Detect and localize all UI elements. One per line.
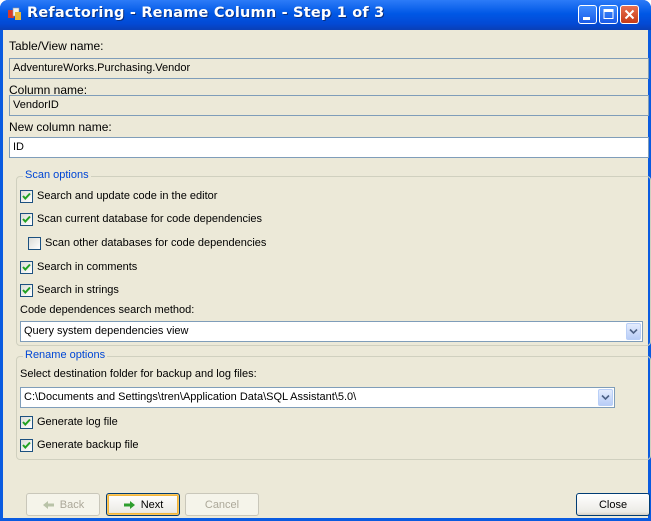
close-button[interactable]: Close — [576, 493, 650, 516]
checkbox-search-update-editor[interactable]: Search and update code in the editor — [20, 188, 217, 204]
chevron-down-icon — [629, 328, 638, 335]
checkbox-search-comments[interactable]: Search in comments — [20, 259, 137, 275]
checkbox-label: Generate backup file — [37, 439, 139, 451]
cancel-label: Cancel — [204, 498, 240, 511]
checkbox-label: Generate log file — [37, 416, 118, 428]
close-icon — [624, 9, 635, 20]
checkbox-scan-other-dbs[interactable]: Scan other databases for code dependenci… — [28, 235, 266, 251]
dropdown-arrow[interactable] — [626, 323, 641, 340]
back-button[interactable]: Back — [26, 493, 100, 516]
destination-folder-value: C:\Documents and Settings\tren\Applicati… — [24, 391, 357, 403]
scan-options-title: Scan options — [23, 169, 91, 181]
title-bar[interactable]: Refactoring - Rename Column - Step 1 of … — [0, 0, 651, 30]
checkbox-label: Search in comments — [37, 261, 138, 273]
search-method-value: Query system dependencies view — [24, 325, 189, 337]
checkmark-icon — [22, 286, 31, 294]
checkbox-generate-backup[interactable]: Generate backup file — [20, 437, 139, 453]
checkmark-icon — [22, 192, 31, 200]
next-label: Next — [140, 498, 164, 511]
dropdown-arrow[interactable] — [598, 389, 613, 406]
table-view-field: AdventureWorks.Purchasing.Vendor — [9, 58, 649, 79]
destination-folder-label: Select destination folder for backup and… — [20, 368, 257, 380]
minimize-icon — [583, 17, 590, 20]
checkbox-box[interactable] — [20, 212, 33, 226]
arrow-left-icon — [42, 500, 54, 509]
arrow-right-icon — [123, 500, 135, 509]
checkmark-icon — [22, 215, 31, 223]
search-method-select[interactable]: Query system dependencies view — [20, 321, 643, 342]
rename-options-title: Rename options — [23, 349, 108, 361]
checkbox-label: Scan other databases for code dependenci… — [45, 237, 267, 249]
new-column-name-input[interactable]: ID — [9, 137, 649, 158]
checkbox-box[interactable] — [20, 260, 33, 274]
table-view-label: Table/View name: — [9, 39, 104, 53]
chevron-down-icon — [601, 394, 610, 401]
checkmark-icon — [22, 418, 31, 426]
maximize-button[interactable] — [599, 5, 618, 24]
search-method-label: Code dependences search method: — [20, 304, 195, 316]
destination-folder-select[interactable]: C:\Documents and Settings\tren\Applicati… — [20, 387, 615, 408]
checkbox-generate-log[interactable]: Generate log file — [20, 414, 118, 430]
checkbox-box[interactable] — [20, 415, 33, 429]
next-button[interactable]: Next — [106, 493, 180, 516]
maximize-icon — [603, 9, 614, 19]
checkbox-box[interactable] — [28, 236, 41, 250]
checkbox-box[interactable] — [20, 438, 33, 452]
checkmark-icon — [22, 441, 31, 449]
column-name-field: VendorID — [9, 95, 649, 116]
checkbox-label: Search and update code in the editor — [37, 190, 218, 202]
dialog-window: Refactoring - Rename Column - Step 1 of … — [0, 0, 651, 521]
new-column-name-label: New column name: — [9, 120, 112, 134]
window-title: Refactoring - Rename Column - Step 1 of … — [27, 5, 385, 21]
checkbox-scan-current-db[interactable]: Scan current database for code dependenc… — [20, 211, 262, 227]
minimize-button[interactable] — [578, 5, 597, 24]
app-icon — [8, 7, 21, 20]
close-window-button[interactable] — [620, 5, 639, 24]
checkmark-icon — [22, 263, 31, 271]
back-label: Back — [59, 498, 85, 511]
checkbox-label: Search in strings — [37, 284, 119, 296]
close-label: Close — [598, 498, 628, 511]
checkbox-search-strings[interactable]: Search in strings — [20, 282, 119, 298]
cancel-button[interactable]: Cancel — [185, 493, 259, 516]
checkbox-box[interactable] — [20, 189, 33, 203]
checkbox-label: Scan current database for code dependenc… — [37, 213, 263, 225]
checkbox-box[interactable] — [20, 283, 33, 297]
